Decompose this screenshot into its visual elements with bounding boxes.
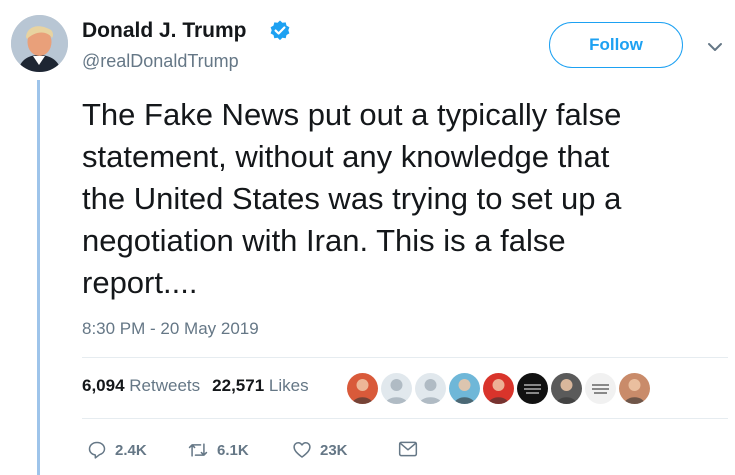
tweet-text: The Fake News put out a typically false …: [82, 97, 622, 300]
liker-avatar[interactable]: [449, 373, 480, 404]
likes-count: 22,571: [212, 376, 265, 395]
reply-action[interactable]: 2.4K: [87, 440, 147, 460]
likes-stat[interactable]: 22,571 Likes: [212, 376, 308, 396]
retweets-stat[interactable]: 6,094 Retweets: [82, 376, 200, 396]
retweet-count: 6.1K: [217, 441, 249, 459]
direct-message-action[interactable]: [398, 440, 418, 458]
reply-icon: [88, 441, 106, 459]
timestamp[interactable]: 8:30 PM - 20 May 2019: [82, 319, 259, 339]
author-avatar[interactable]: [11, 15, 68, 72]
retweet-action[interactable]: 6.1K: [187, 440, 249, 460]
like-count: 23K: [320, 441, 348, 459]
liker-avatar[interactable]: [347, 373, 378, 404]
liker-avatar[interactable]: [585, 373, 616, 404]
liker-avatars: [347, 373, 650, 404]
heart-icon: [293, 442, 311, 458]
liker-avatar[interactable]: [619, 373, 650, 404]
retweets-count: 6,094: [82, 376, 125, 395]
liker-avatar[interactable]: [517, 373, 548, 404]
chevron-down-icon[interactable]: [705, 37, 725, 57]
liker-avatar[interactable]: [415, 373, 446, 404]
like-action[interactable]: 23K: [292, 440, 348, 460]
likes-label: Likes: [268, 376, 309, 395]
liker-avatar[interactable]: [551, 373, 582, 404]
thread-line: [37, 80, 40, 475]
verified-badge-icon: [270, 20, 290, 41]
tweet-stats: 6,094 Retweets 22,571 Likes: [82, 376, 309, 396]
reply-count: 2.4K: [115, 441, 147, 459]
author-name[interactable]: Donald J. Trump: [82, 19, 247, 43]
follow-button[interactable]: Follow: [549, 22, 683, 68]
liker-avatar[interactable]: [381, 373, 412, 404]
divider-bottom: [82, 418, 728, 419]
retweet-icon: [188, 443, 208, 457]
retweets-label: Retweets: [129, 376, 201, 395]
envelope-icon: [398, 441, 418, 457]
author-handle[interactable]: @realDonaldTrump: [82, 51, 239, 72]
liker-avatar[interactable]: [483, 373, 514, 404]
divider-top: [82, 357, 728, 358]
